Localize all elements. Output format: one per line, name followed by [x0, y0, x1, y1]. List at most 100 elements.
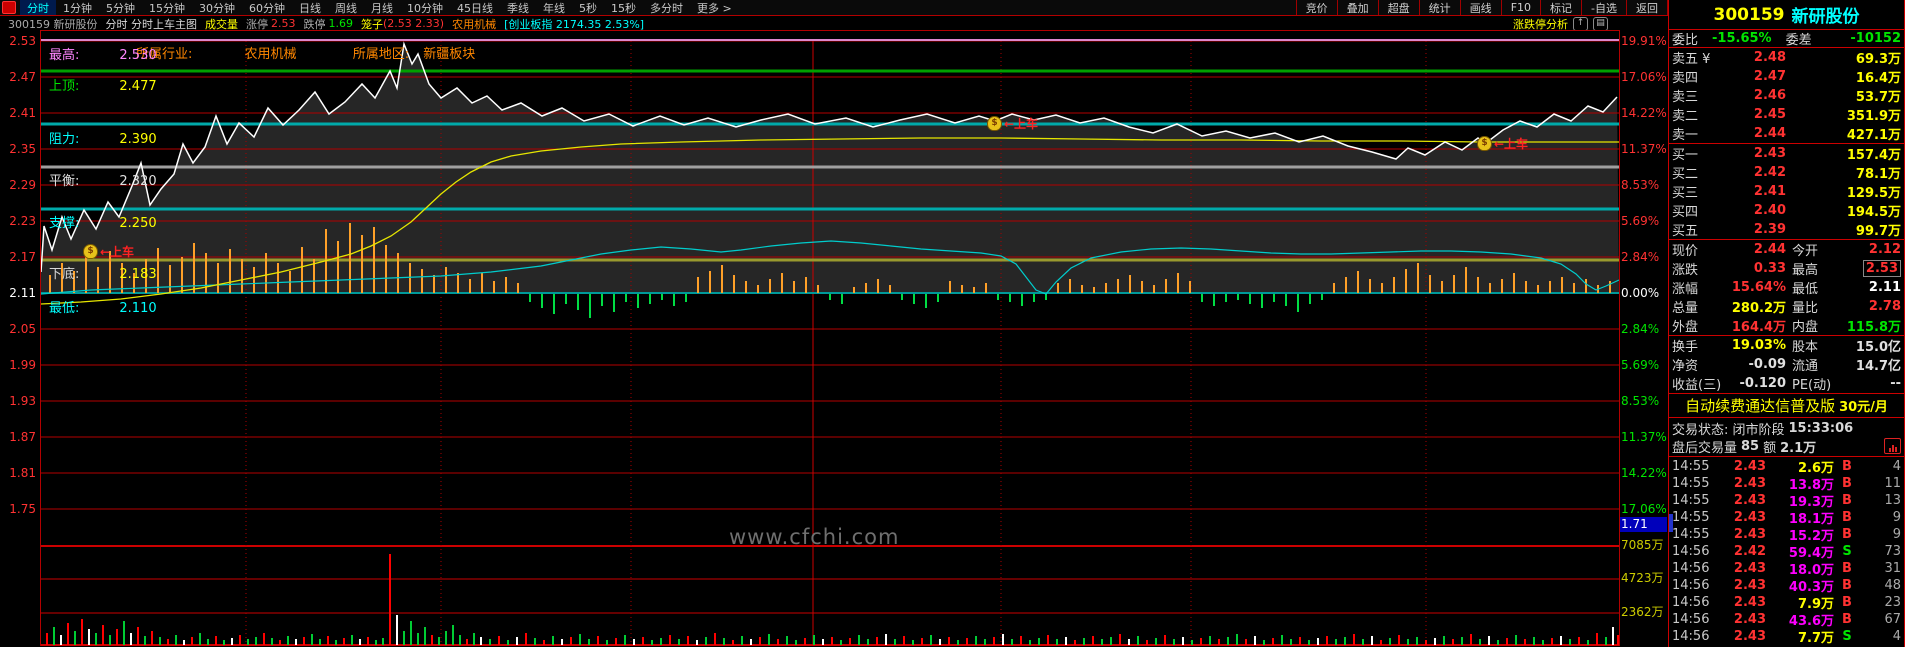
region-value[interactable]: 新疆板块 [423, 47, 475, 62]
stat2-value1: -0.09 [1748, 357, 1786, 372]
toolbar-button-2[interactable]: 超盘 [1377, 0, 1419, 15]
percent-axis-label: 8.53% [1621, 178, 1660, 192]
transaction-row-4[interactable]: 14:55 2.43 15.2万 B 9 [1669, 526, 1904, 544]
tx-time: 14:56 [1672, 544, 1710, 559]
stat2-value2: 14.7亿 [1844, 355, 1901, 374]
ask-row-1[interactable]: 卖四 2.47 16.4万 [1669, 67, 1904, 86]
volume-axis-label: 2362万 [1621, 605, 1664, 619]
transaction-row-7[interactable]: 14:56 2.43 40.3万 B 48 [1669, 577, 1904, 595]
tx-count: 4 [1892, 459, 1901, 474]
transaction-row-8[interactable]: 14:56 2.43 7.9万 B 23 [1669, 594, 1904, 612]
level-label-5: 下底: 2.183 [49, 263, 157, 282]
period-tab-11[interactable]: 季线 [500, 0, 536, 16]
bid-row-0[interactable]: 买一 2.43 157.4万 [1669, 144, 1904, 163]
level-label-6: 最低: 2.110 [49, 297, 157, 316]
transaction-row-9[interactable]: 14:56 2.43 43.6万 B 67 [1669, 611, 1904, 629]
tx-time: 14:55 [1672, 476, 1710, 491]
tx-count: 23 [1884, 595, 1901, 610]
toolbar-button-1[interactable]: 叠加 [1336, 0, 1378, 15]
stat2-value2-text: 15.0亿 [1855, 340, 1901, 355]
ask-label: 卖二 [1672, 109, 1699, 124]
toolbar-button-4[interactable]: 画线 [1459, 0, 1501, 15]
stat-label2: 最高 [1792, 263, 1819, 278]
bid-row-4[interactable]: 买五 2.39 99.7万 [1669, 220, 1904, 239]
stat-label1: 现价 [1672, 244, 1699, 259]
toolbar-button-6[interactable]: 标记 [1540, 0, 1581, 15]
tx-time: 14:55 [1672, 527, 1710, 542]
ask-row-0[interactable]: 卖五 ¥ 2.48 69.3万 [1669, 48, 1904, 67]
toolbar-button-7[interactable]: -自选 [1581, 0, 1626, 15]
ask-row-4[interactable]: 卖一 2.44 427.1万 [1669, 124, 1904, 143]
period-tab-7[interactable]: 周线 [328, 0, 364, 16]
bid-row-1[interactable]: 买二 2.42 78.1万 [1669, 163, 1904, 182]
ask-label: 卖三 [1672, 90, 1699, 105]
timeshare-chart[interactable]: 所属行业: 农用机械 所属地区: 新疆板块 最高: 2.530 上顶: 2.477 阻力… [40, 30, 1620, 646]
level-label-3: 平衡: 2.320 [49, 170, 157, 189]
bid-label: 买二 [1672, 167, 1699, 182]
trading-status-time: 15:33:06 [1788, 420, 1854, 436]
bid-row-2[interactable]: 买三 2.41 129.5万 [1669, 182, 1904, 201]
stat2-value1: -0.120 [1739, 376, 1786, 391]
subscription-banner[interactable]: 自动续费通达信普及版 30元/月 [1669, 393, 1904, 418]
stat-value2: 2.12 [1844, 242, 1901, 257]
scrollbar-thumb[interactable] [1669, 514, 1673, 532]
tx-count: 73 [1884, 544, 1901, 559]
trading-status-label: 交易状态: 闭市阶段 [1672, 422, 1785, 438]
transaction-row-0[interactable]: 14:55 2.43 2.6万 B 4 [1669, 458, 1904, 476]
ask-volume: 351.9万 [1846, 109, 1901, 124]
stat2-row-1: 净资 -0.09 流通 14.7亿 [1669, 355, 1904, 374]
period-tab-16[interactable]: 更多 > [690, 0, 739, 16]
period-tab-1[interactable]: 1分钟 [56, 0, 99, 16]
period-tab-0[interactable]: 分时 [20, 0, 56, 16]
stat2-value2-text: -- [1890, 376, 1901, 391]
tx-price: 2.43 [1733, 629, 1766, 644]
period-tab-2[interactable]: 5分钟 [99, 0, 142, 16]
industry-value[interactable]: 农用机械 [245, 47, 297, 62]
transaction-row-10[interactable]: 14:56 2.43 7.7万 S 4 [1669, 628, 1904, 646]
bid-price: 2.39 [1753, 222, 1786, 237]
stat-row-4: 外盘 164.4万 内盘 115.8万 [1669, 316, 1904, 335]
transaction-row-3[interactable]: 14:55 2.43 18.1万 B 9 [1669, 509, 1904, 527]
transaction-row-2[interactable]: 14:55 2.43 19.3万 B 13 [1669, 492, 1904, 510]
period-tab-3[interactable]: 15分钟 [142, 0, 192, 16]
buy-signal-marker-2: $ ←上车 [1477, 135, 1528, 152]
transaction-row-6[interactable]: 14:56 2.43 18.0万 B 31 [1669, 560, 1904, 578]
period-tab-15[interactable]: 多分时 [643, 0, 690, 16]
stat2-label2: 股本 [1792, 340, 1819, 355]
tx-volume: 7.7万 [1797, 631, 1834, 646]
ask-row-2[interactable]: 卖三 2.46 53.7万 [1669, 86, 1904, 105]
period-tab-4[interactable]: 30分钟 [192, 0, 242, 16]
panel-layout-icon[interactable]: ▤ [1593, 16, 1608, 31]
ask-row-3[interactable]: 卖二 2.45 351.9万 [1669, 105, 1904, 124]
ask-volume: 427.1万 [1846, 128, 1901, 143]
transaction-row-5[interactable]: 14:56 2.42 59.4万 S 73 [1669, 543, 1904, 561]
tx-price: 2.43 [1733, 493, 1766, 508]
stat2-value2: -- [1844, 376, 1901, 391]
toolbar-button-8[interactable]: 返回 [1626, 0, 1668, 15]
stat-value2: 2.78 [1844, 299, 1901, 314]
period-tab-5[interactable]: 60分钟 [242, 0, 292, 16]
arrow-up-icon[interactable]: ↑ [1573, 16, 1588, 31]
tx-count: 13 [1884, 493, 1901, 508]
bid-row-3[interactable]: 买四 2.40 194.5万 [1669, 201, 1904, 220]
toolbar-button-5[interactable]: F10 [1500, 0, 1540, 15]
period-tab-10[interactable]: 45日线 [450, 0, 500, 16]
period-tab-13[interactable]: 5秒 [572, 0, 604, 16]
after-hours-chart-icon[interactable] [1884, 438, 1901, 454]
tx-direction: B [1842, 578, 1852, 593]
level-name: 阻力: [49, 132, 80, 147]
period-tab-6[interactable]: 日线 [292, 0, 328, 16]
period-tab-12[interactable]: 年线 [536, 0, 572, 16]
app-logo-icon[interactable] [2, 1, 16, 14]
trading-status-block: 交易状态: 闭市阶段 15:33:06 盘后交易量 85 额 2.1万 [1669, 418, 1904, 457]
stat2-label2: PE(动) [1792, 378, 1832, 393]
toolbar-button-0[interactable]: 竞价 [1295, 0, 1337, 15]
trading-terminal: 分时 1分钟 5分钟 15分钟 30分钟 60分钟 日线 周线 月线 10分钟 45日线 季线 年线 5秒… [0, 0, 1905, 647]
period-tab-9[interactable]: 10分钟 [400, 0, 450, 16]
transaction-row-1[interactable]: 14:55 2.43 13.8万 B 11 [1669, 475, 1904, 493]
period-tab-14[interactable]: 15秒 [604, 0, 643, 16]
buy-signal-marker-1: $ ←上车 [987, 115, 1038, 132]
stat-value2-text: 2.11 [1868, 280, 1901, 295]
period-tab-8[interactable]: 月线 [364, 0, 400, 16]
toolbar-button-3[interactable]: 统计 [1418, 0, 1460, 15]
